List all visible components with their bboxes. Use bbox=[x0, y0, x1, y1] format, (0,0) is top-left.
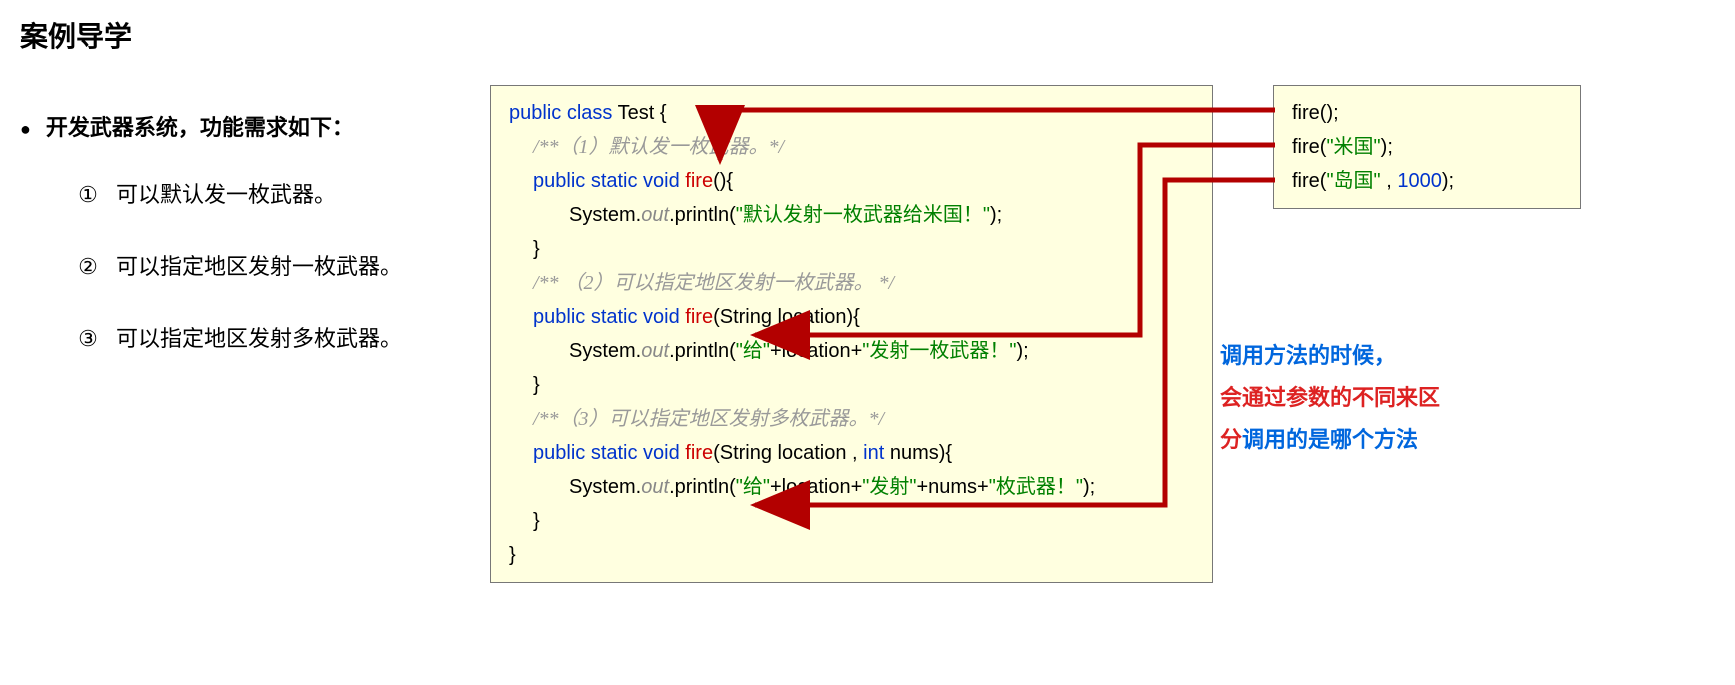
code-definition-box: public class Test { /**（1）默认发一枚武器。*/ pub… bbox=[490, 85, 1213, 583]
req-text-1: 可以默认发一枚武器。 bbox=[116, 182, 336, 207]
code-method-3-sig: public static void fire(String location … bbox=[509, 436, 1194, 470]
explain-red-2: 分 bbox=[1220, 427, 1242, 452]
code-line: public class Test { bbox=[509, 96, 1194, 130]
call-2: fire("米国"); bbox=[1292, 130, 1562, 164]
explanation-text: 调用方法的时候， 会通过参数的不同来区 分调用的是哪个方法 bbox=[1220, 335, 1520, 460]
code-brace: } bbox=[509, 368, 1194, 402]
code-comment-3: /**（3）可以指定地区发射多枚武器。*/ bbox=[509, 402, 1194, 436]
code-brace: } bbox=[509, 232, 1194, 266]
explain-red-1: 会通过参数的不同来区 bbox=[1220, 385, 1440, 410]
req-item-1: ① 可以默认发一枚武器。 bbox=[75, 177, 490, 209]
req-num-3: ③ bbox=[75, 326, 101, 352]
code-comment-2: /** （2）可以指定地区发射一枚武器。 */ bbox=[509, 266, 1194, 300]
code-brace: } bbox=[509, 504, 1194, 538]
code-method-2-sig: public static void fire(String location)… bbox=[509, 300, 1194, 334]
call-3: fire("岛国" , 1000); bbox=[1292, 164, 1562, 198]
code-comment-1: /**（1）默认发一枚武器。*/ bbox=[509, 130, 1194, 164]
req-item-3: ③ 可以指定地区发射多枚武器。 bbox=[75, 321, 490, 353]
code-method-3-body: System.out.println("给"+location+"发射"+num… bbox=[509, 470, 1194, 504]
code-calls-box: fire(); fire("米国"); fire("岛国" , 1000); bbox=[1273, 85, 1581, 209]
explain-blue: 调用方法的时候， bbox=[1220, 343, 1396, 368]
code-method-2-body: System.out.println("给"+location+"发射一枚武器！… bbox=[509, 334, 1194, 368]
call-1: fire(); bbox=[1292, 96, 1562, 130]
req-text-3: 可以指定地区发射多枚武器。 bbox=[116, 326, 402, 351]
intro-heading: 开发武器系统，功能需求如下： bbox=[20, 110, 490, 142]
requirements-panel: 开发武器系统，功能需求如下： ① 可以默认发一枚武器。 ② 可以指定地区发射一枚武器… bbox=[20, 85, 490, 393]
req-item-2: ② 可以指定地区发射一枚武器。 bbox=[75, 249, 490, 281]
req-num-2: ② bbox=[75, 254, 101, 280]
explain-blue-2: 调用的是哪个方法 bbox=[1242, 427, 1418, 452]
req-text-2: 可以指定地区发射一枚武器。 bbox=[116, 254, 402, 279]
page-title: 案例导学 bbox=[20, 15, 1715, 55]
code-brace-end: } bbox=[509, 538, 1194, 572]
req-num-1: ① bbox=[75, 182, 101, 208]
code-method-1-body: System.out.println("默认发射一枚武器给米国！"); bbox=[509, 198, 1194, 232]
code-method-1-sig: public static void fire(){ bbox=[509, 164, 1194, 198]
